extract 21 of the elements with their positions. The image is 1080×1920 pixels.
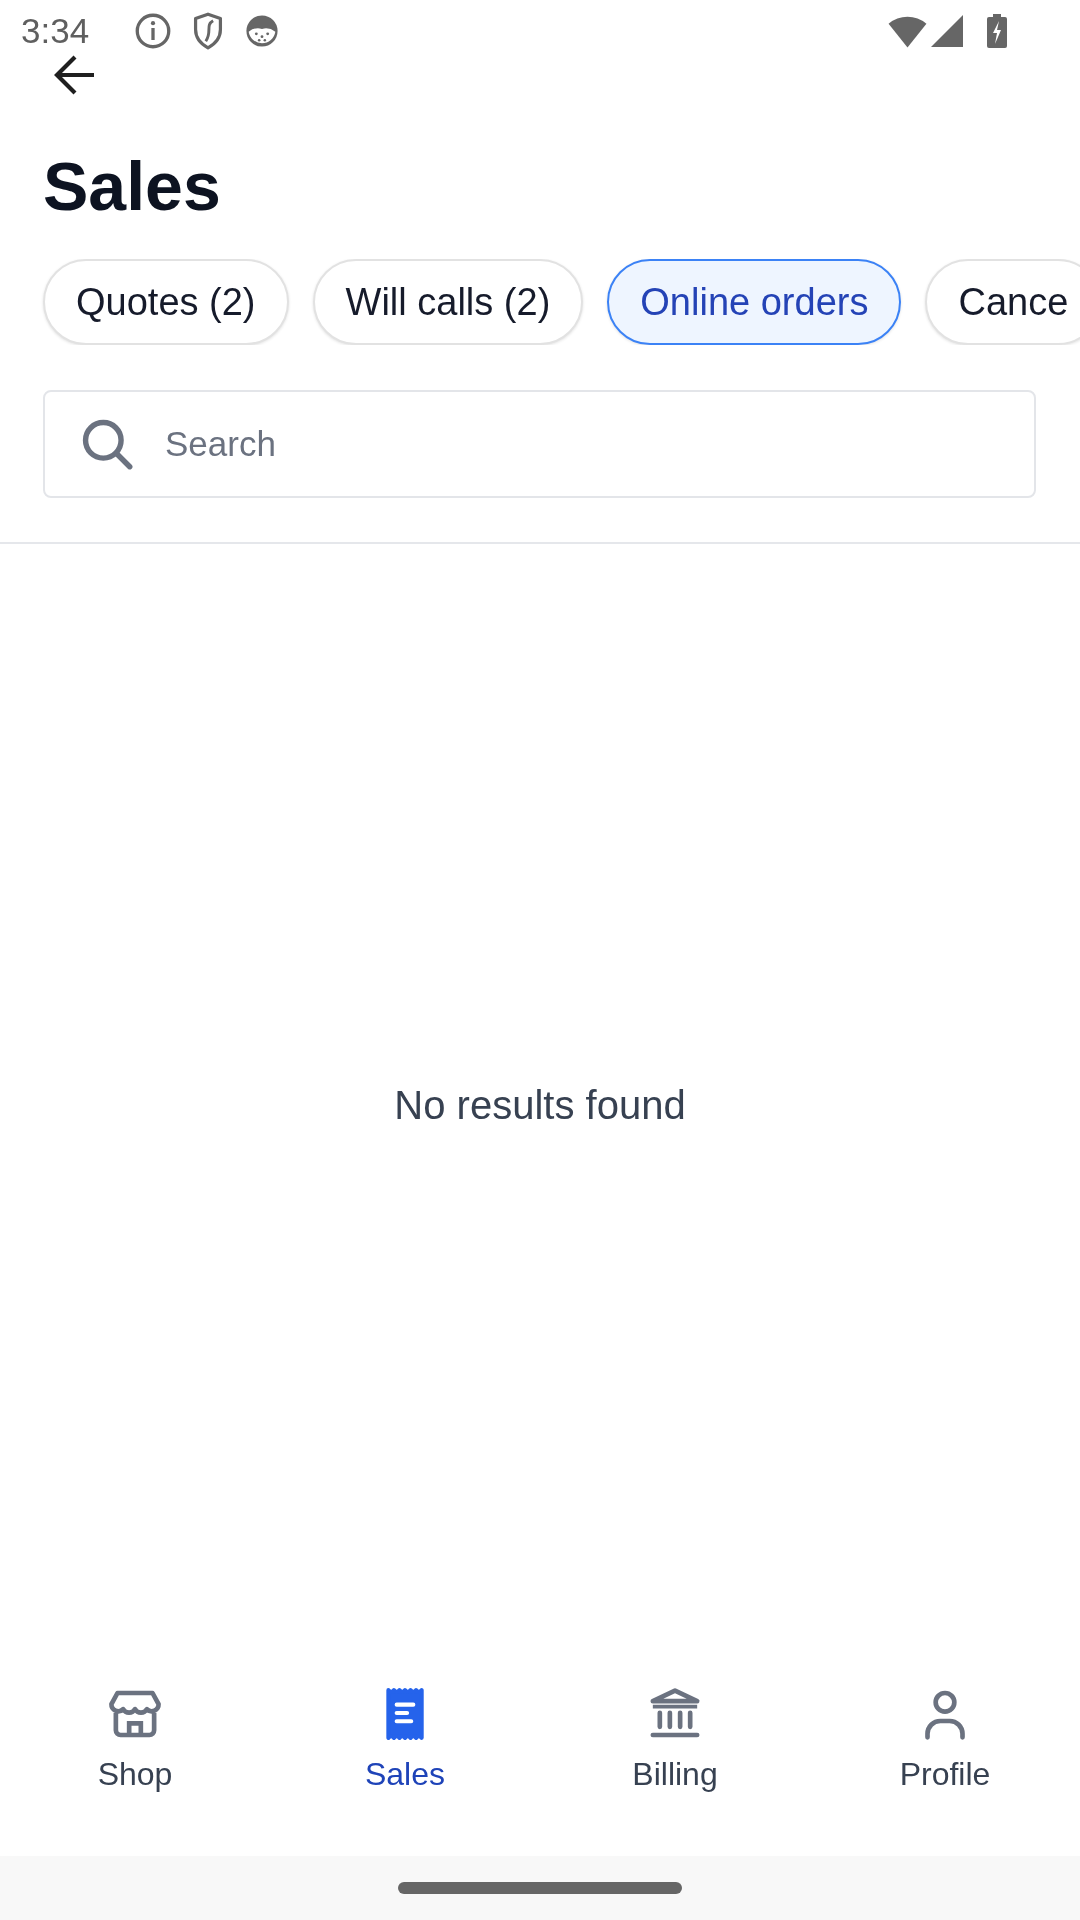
signal-icon	[931, 15, 963, 47]
status-time: 3:34	[21, 11, 90, 51]
shield-icon	[193, 12, 224, 50]
bottom-nav-tab[interactable]: Profile	[899, 1686, 991, 1792]
bottom-nav-tab[interactable]: Shop	[97, 1686, 173, 1792]
battery-charging-icon	[987, 14, 1007, 48]
filter-chip[interactable]: Will calls (2)	[312, 259, 584, 345]
bottom-nav-tab[interactable]: Sales	[364, 1686, 445, 1792]
wifi-icon	[888, 14, 927, 48]
bottom-nav-tab[interactable]: Billing	[632, 1686, 718, 1792]
filter-chip[interactable]: Quotes (2)	[43, 259, 289, 345]
info-icon	[135, 13, 172, 49]
page-title: Sales	[43, 147, 221, 226]
search-field[interactable]: Search	[43, 390, 1036, 498]
arrow-left-icon	[52, 54, 96, 96]
filter-chip[interactable]: Cance	[925, 259, 1080, 345]
back-button[interactable]	[52, 54, 96, 96]
search-icon	[81, 418, 133, 470]
dotted-circle-icon	[245, 14, 280, 48]
filter-chip[interactable]: Online orders	[607, 259, 902, 345]
empty-state-message: No results found	[394, 1082, 686, 1129]
